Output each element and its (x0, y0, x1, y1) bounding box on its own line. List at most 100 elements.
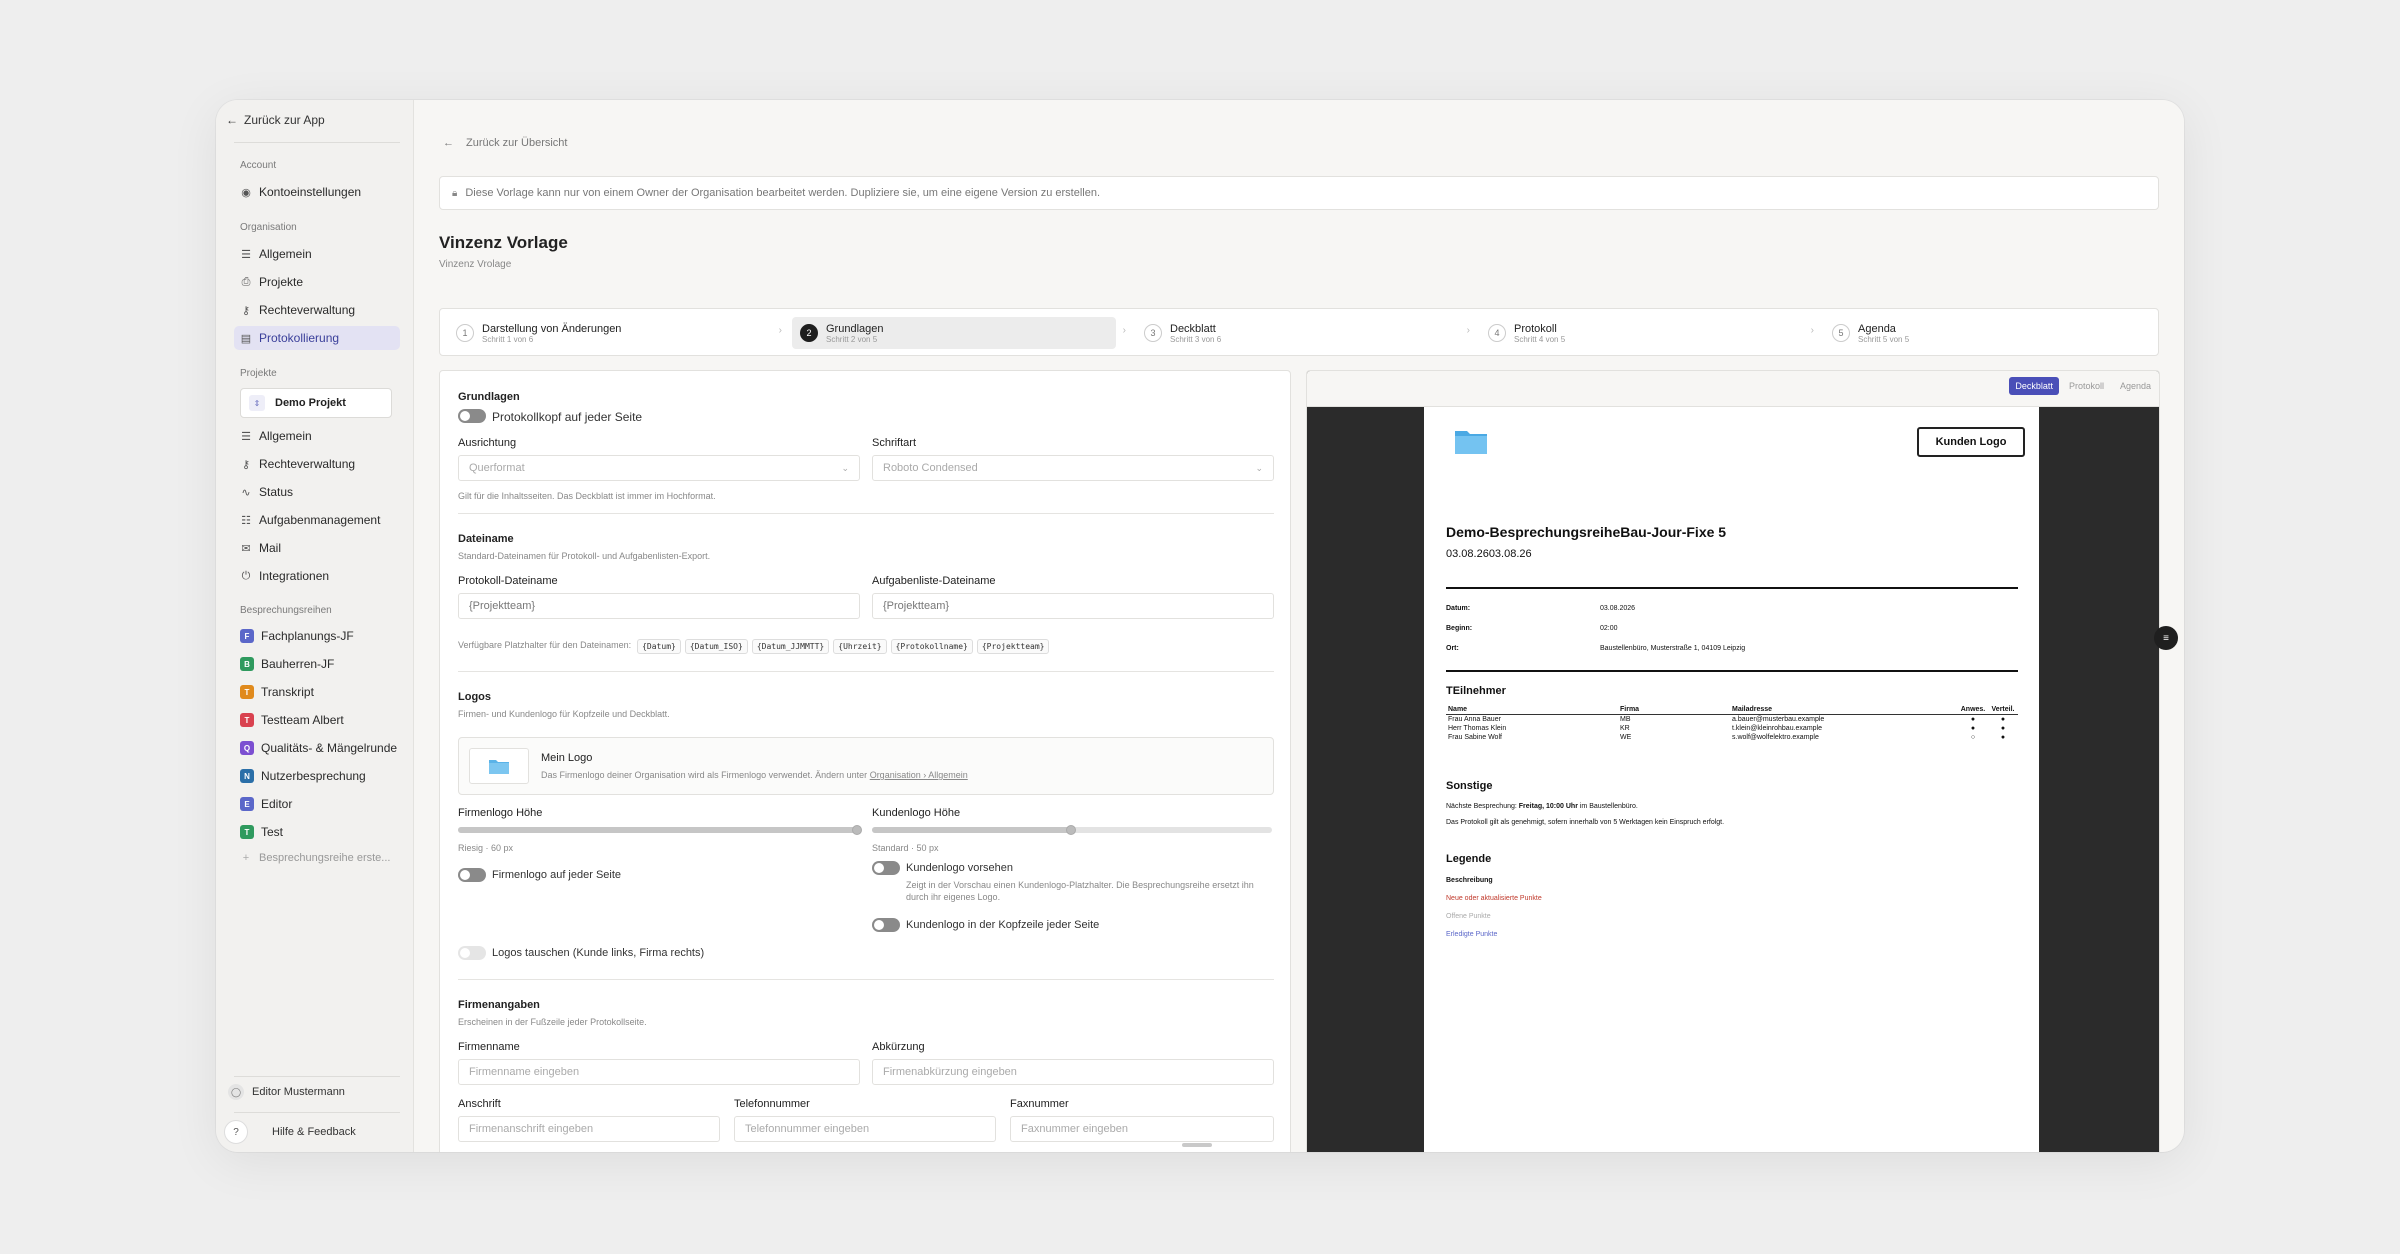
preview-panel: Deckblatt Protokoll Agenda Kunden Logo Dem… (1306, 370, 2160, 1152)
table-cell: ○ (1970, 734, 1976, 741)
placeholder-chip[interactable]: {Protokollname} (890, 639, 973, 654)
series-badge: E (240, 797, 254, 811)
series-label: Nutzerbesprechung (261, 769, 366, 783)
step-4[interactable]: 4 Protokoll Schritt 4 von 5 › (1480, 317, 1814, 349)
back-to-overview-link[interactable]: ← Zurück zur Übersicht (443, 137, 567, 149)
series-item[interactable]: F Fachplanungs-JF (234, 624, 400, 648)
chevron-right-icon: › (1122, 325, 1126, 336)
series-item[interactable]: T Transkript (234, 680, 400, 704)
series-item[interactable]: B Bauherren-JF (234, 652, 400, 676)
placeholder-chip[interactable]: {Datum_ISO} (684, 639, 748, 654)
preview-tab-deckblatt[interactable]: Deckblatt (2009, 377, 2059, 395)
step-3[interactable]: 3 Deckblatt Schritt 3 von 6 › (1136, 317, 1470, 349)
sidebar-item-allgemein[interactable]: ☰ Allgemein (234, 424, 400, 448)
sidebar-item-protokollierung[interactable]: ▤ Protokollierung (234, 326, 400, 350)
meta-key: Datum: (1446, 605, 1471, 612)
meta-key: Beginn: (1446, 625, 1473, 632)
participants-table: Name Firma Mailadresse Anwes. Verteil. Frau A… (1446, 705, 2018, 742)
telefon-input[interactable]: Telefonnummer eingeben (734, 1116, 996, 1142)
mein-logo-title: Mein Logo (541, 752, 593, 764)
logo-thumbnail (469, 748, 529, 784)
settings-sliders-icon[interactable]: ≡ (2154, 626, 2178, 650)
firmenlogo-hoehe-slider[interactable] (458, 825, 862, 835)
series-label: Test (261, 825, 284, 839)
series-item[interactable]: N Nutzerbesprechung (234, 764, 400, 788)
series-item[interactable]: Q Qualitäts- & Mängelrunde (234, 736, 400, 760)
table-cell: WE (1620, 734, 1632, 741)
step-subtitle: Schritt 1 von 6 (482, 334, 534, 344)
toggle-kundenlogo-kopfzeile[interactable] (872, 918, 900, 932)
slider-thumb[interactable] (852, 825, 862, 835)
toggle-kundenlogo[interactable] (872, 861, 900, 875)
teilnehmer-heading: TEilnehmer (1446, 685, 1506, 697)
field-label: Abkürzung (872, 1041, 925, 1053)
sidebar-item-rechteverwaltung[interactable]: ⚷ Rechteverwaltung (234, 452, 400, 476)
protokoll-dateiname-input[interactable]: {Projektteam} (458, 593, 860, 619)
section-head-projekte: Projekte (240, 368, 277, 379)
organisation-link[interactable]: Organisation › Allgemein (870, 770, 968, 780)
toggle-logos-tauschen[interactable] (458, 946, 486, 960)
fax-input[interactable]: Faxnummer eingeben (1010, 1116, 1274, 1142)
legend-item: Beschreibung (1446, 877, 1493, 884)
sonstige-line-2: Das Protokoll gilt als genehmigt, sofern… (1446, 819, 1725, 826)
text-bold: Freitag, 10:00 Uhr (1518, 803, 1578, 810)
step-5[interactable]: 5 Agenda Schritt 5 von 5 (1824, 317, 2148, 349)
field-label: Firmenlogo Höhe (458, 807, 543, 819)
placeholder-chip[interactable]: {Datum_JJMMTT} (751, 639, 830, 654)
divider (458, 513, 1274, 514)
sidebar-item-status[interactable]: ∿ Status (234, 480, 400, 504)
project-select[interactable]: ⇕ Demo Projekt (240, 388, 392, 418)
sidebar-item-kontoeinstellungen[interactable]: ◉ Kontoeinstellungen (234, 180, 400, 204)
placeholder: Firmenanschrift eingeben (469, 1123, 594, 1135)
sidebar-item-aufgabenmanagement[interactable]: ☷ Aufgabenmanagement (234, 508, 400, 532)
doc-date: 03.08.2603.08.26 (1446, 548, 1532, 560)
user-menu[interactable]: ◯ Editor Mustermann (228, 1084, 345, 1100)
placeholder-chip[interactable]: {Uhrzeit} (833, 639, 887, 654)
add-series-button[interactable]: + Besprechungsreihe erste... (234, 846, 400, 870)
table-header: Name (1446, 705, 1618, 715)
step-number: 5 (1832, 324, 1850, 342)
sidebar-item-mail[interactable]: ✉ Mail (234, 536, 400, 560)
toggle-firmenlogo[interactable] (458, 868, 486, 882)
back-to-app-link[interactable]: ← Zurück zur App (226, 113, 325, 127)
placeholder-chips: Verfügbare Platzhalter für den Dateiname… (458, 636, 1053, 654)
section-head-account: Account (240, 160, 277, 171)
section-title-logos: Logos (458, 691, 491, 703)
chevron-right-icon: › (778, 325, 782, 336)
scroll-handle[interactable] (1182, 1143, 1212, 1147)
section-head-besprechungsreihen: Besprechungsreihen (240, 605, 332, 616)
doc-rule (1446, 670, 2018, 672)
sidebar-item-projekte[interactable]: ⎙ Projekte (234, 270, 400, 294)
sidebar-item-integrationen[interactable]: ⏻ Integrationen (234, 564, 400, 588)
preview-tab-protokoll[interactable]: Protokoll (2063, 377, 2110, 395)
preview-tab-agenda[interactable]: Agenda (2114, 377, 2157, 395)
printer-icon: ⎙ (241, 275, 251, 288)
slider-thumb[interactable] (1066, 825, 1076, 835)
series-item[interactable]: T Testteam Albert (234, 708, 400, 732)
anschrift-input[interactable]: Firmenanschrift eingeben (458, 1116, 720, 1142)
abkuerzung-input[interactable]: Firmenabkürzung eingeben (872, 1059, 1274, 1085)
firmenname-input[interactable]: Firmenname eingeben (458, 1059, 860, 1085)
toggle-protokollkopf[interactable] (458, 409, 486, 423)
ausrichtung-select[interactable]: Querformat ⌄ (458, 455, 860, 481)
sidebar-item-label: Allgemein (259, 429, 312, 443)
step-subtitle: Schritt 5 von 5 (1858, 334, 1910, 344)
placeholder-chip[interactable]: {Datum} (637, 639, 681, 654)
help-icon[interactable]: ? (224, 1120, 248, 1144)
schriftart-select[interactable]: Roboto Condensed ⌄ (872, 455, 1274, 481)
sidebar-item-rechteverwaltung[interactable]: ⚷ Rechteverwaltung (234, 298, 400, 322)
kundenlogo-hoehe-slider[interactable] (872, 825, 1272, 835)
folder-icon (489, 760, 509, 774)
series-item[interactable]: T Test (234, 820, 400, 844)
aufgaben-dateiname-input[interactable]: {Projektteam} (872, 593, 1274, 619)
step-title: Protokoll (1514, 322, 1557, 335)
sidebar-item-allgemein[interactable]: ☰ Allgemein (234, 242, 400, 266)
help-feedback-link[interactable]: Hilfe & Feedback (272, 1126, 356, 1138)
step-2[interactable]: 2 Grundlagen Schritt 2 von 5 › (792, 317, 1126, 349)
placeholder-chip[interactable]: {Projektteam} (976, 639, 1050, 654)
step-1[interactable]: 1 Darstellung von Änderungen Schritt 1 von… (448, 317, 782, 349)
chips-label: Verfügbare Platzhalter für den Dateiname… (458, 640, 632, 650)
series-item[interactable]: E Editor (234, 792, 400, 816)
series-badge: T (240, 825, 254, 839)
chevron-down-icon: ⌄ (1255, 462, 1263, 473)
